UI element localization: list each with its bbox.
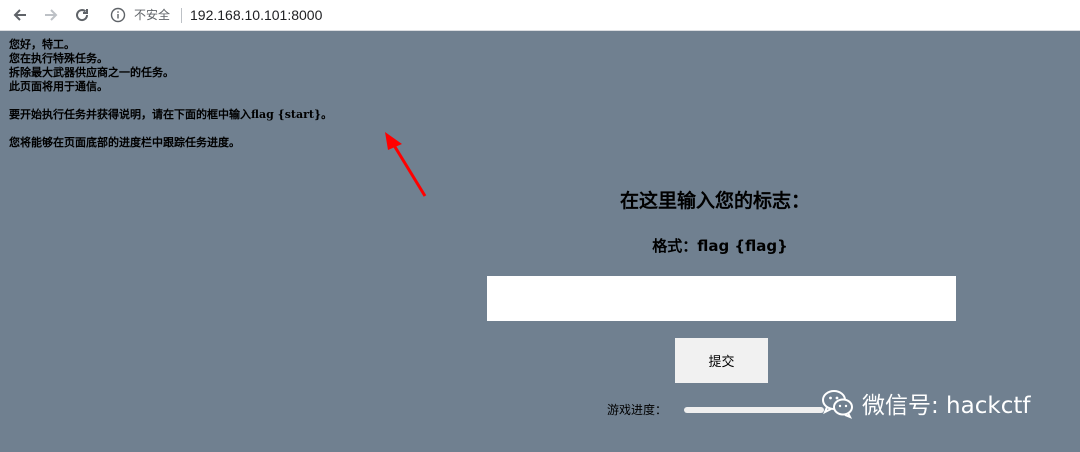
intro-line: 拆除最大武器供应商之一的任务。 bbox=[9, 66, 174, 79]
forward-arrow-icon bbox=[45, 9, 58, 21]
watermark-text: 微信号: hackctf bbox=[862, 393, 1031, 419]
progress-label: 游戏进度： bbox=[607, 403, 668, 417]
address-bar-url[interactable]: 192.168.10.101:8000 bbox=[190, 5, 322, 25]
url-divider bbox=[181, 8, 182, 23]
submit-button[interactable]: 提交 bbox=[675, 338, 768, 383]
forward-button[interactable] bbox=[40, 4, 62, 26]
reload-button[interactable] bbox=[71, 4, 93, 26]
browser-toolbar: 不安全 192.168.10.101:8000 bbox=[0, 0, 1080, 31]
back-arrow-icon bbox=[13, 9, 26, 21]
flag-input[interactable] bbox=[487, 276, 956, 321]
security-status[interactable]: 不安全 bbox=[134, 6, 170, 24]
back-button[interactable] bbox=[9, 4, 31, 26]
intro-line: 您在执行特殊任务。 bbox=[9, 52, 108, 65]
game-progress-bar bbox=[684, 407, 824, 413]
instruction-line: 要开始执行任务并获得说明，请在下面的框中输入flag {start}。 bbox=[9, 108, 333, 121]
intro-text: 您好，特工。 您在执行特殊任务。 拆除最大武器供应商之一的任务。 此页面将用于通… bbox=[9, 38, 332, 150]
wechat-logo-icon bbox=[822, 390, 853, 419]
red-arrow-annotation bbox=[385, 132, 427, 197]
progress-note-line: 您将能够在页面底部的进度栏中跟踪任务进度。 bbox=[9, 136, 240, 149]
reload-icon bbox=[76, 9, 89, 22]
wechat-watermark: 微信号: hackctf bbox=[820, 383, 1030, 423]
form-title: 在这里输入您的标志： bbox=[619, 190, 810, 212]
intro-line: 此页面将用于通信。 bbox=[9, 80, 108, 93]
page-body: 您好，特工。 您在执行特殊任务。 拆除最大武器供应商之一的任务。 此页面将用于通… bbox=[0, 31, 1080, 452]
info-icon[interactable] bbox=[110, 7, 126, 23]
form-format-hint: 格式：flag {flag} bbox=[652, 237, 788, 255]
intro-line: 您好，特工。 bbox=[9, 38, 75, 51]
